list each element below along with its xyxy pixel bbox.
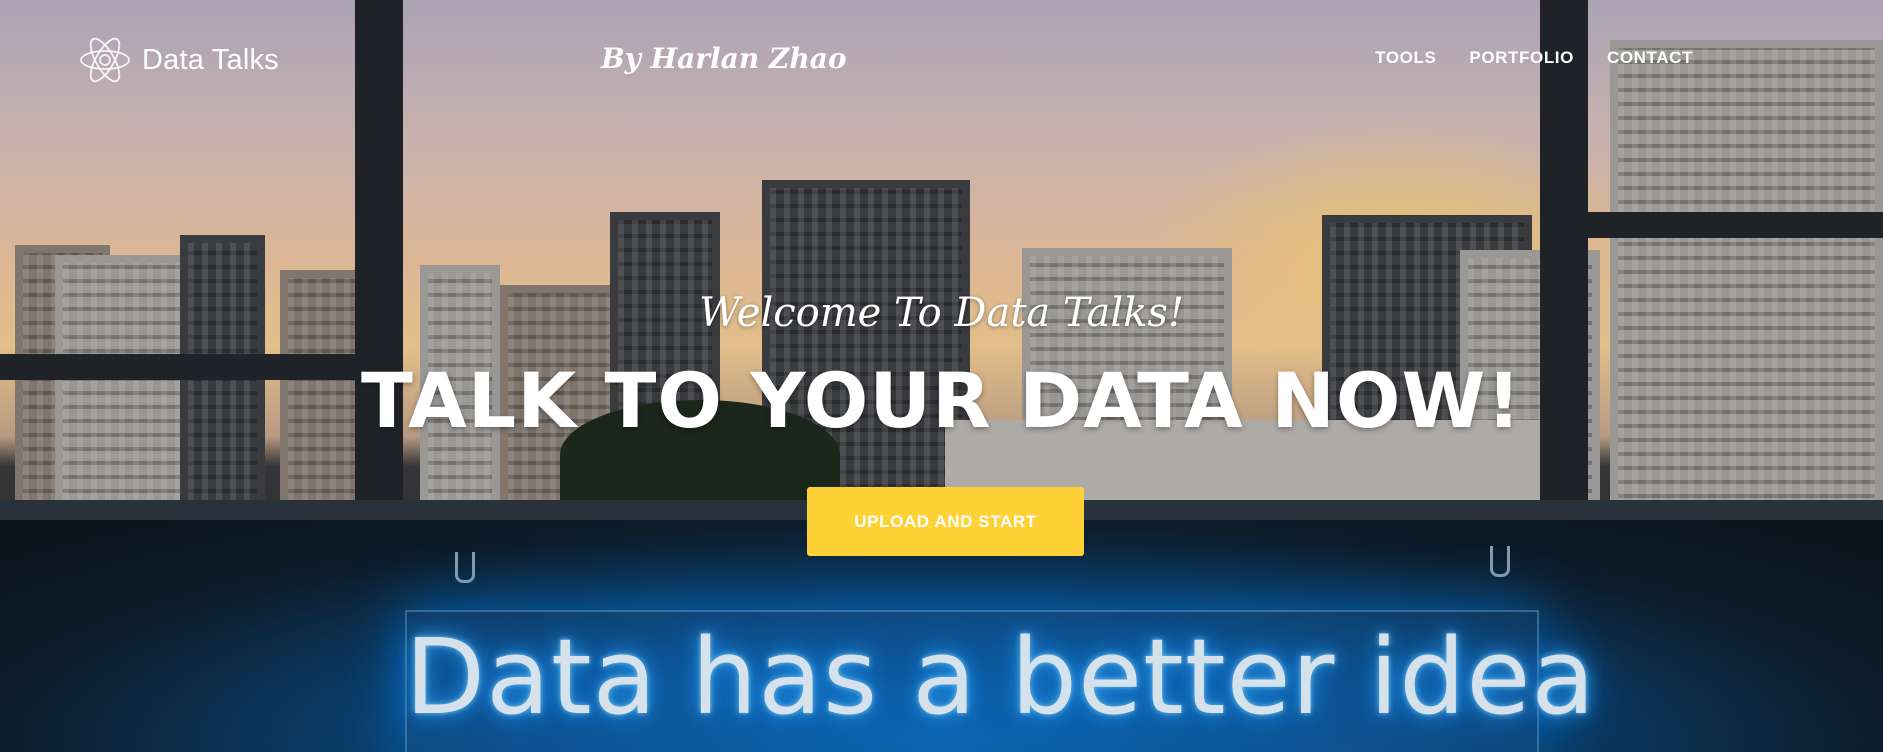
main-nav: TOOLS PORTFOLIO CONTACT [1375, 48, 1693, 68]
nav-item-tools[interactable]: TOOLS [1375, 48, 1436, 68]
author-byline: By Harlan Zhao [601, 42, 847, 75]
brand-logo-link[interactable]: Data Talks [78, 32, 279, 88]
masthead-subheading: Welcome To Data Talks! [698, 290, 1185, 336]
brand-name: Data Talks [142, 43, 279, 76]
upload-and-start-button[interactable]: UPLOAD AND START [807, 487, 1084, 556]
masthead-heading: TALK TO YOUR DATA NOW! [361, 356, 1522, 445]
nav-item-portfolio[interactable]: PORTFOLIO [1469, 48, 1574, 68]
nav-item-contact[interactable]: CONTACT [1607, 48, 1693, 68]
atom-icon [80, 37, 130, 83]
